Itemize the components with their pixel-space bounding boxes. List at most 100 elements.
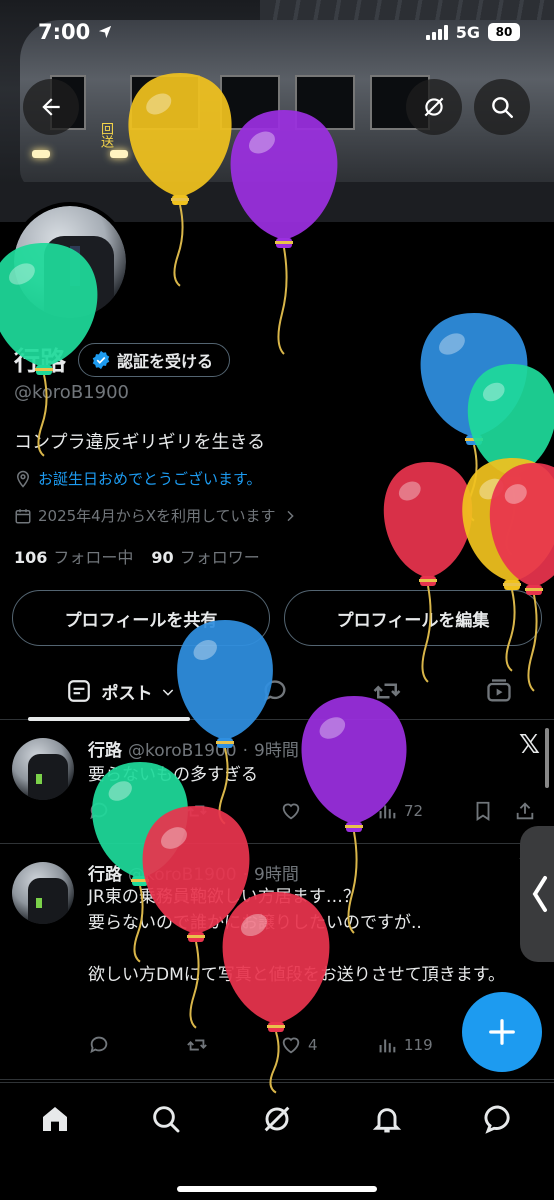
bottom-navigation <box>0 1082 554 1200</box>
joined-text: 2025年4月からXを利用しています <box>38 507 276 525</box>
tab-posts-label: ポスト <box>101 683 153 704</box>
location-pin-icon <box>16 470 30 488</box>
nav-home[interactable] <box>33 1097 77 1141</box>
bookmark-button[interactable] <box>472 800 494 822</box>
tab-media[interactable] <box>482 674 516 708</box>
following-count: 106 <box>14 548 48 567</box>
post-actions: 72 <box>88 800 538 826</box>
profile-handle: @koroB1900 <box>14 382 129 403</box>
post-time: 9時間 <box>254 741 299 761</box>
plus-icon <box>489 1019 515 1045</box>
train-destination-sign: 回送 <box>98 122 113 148</box>
balloon <box>489 463 554 692</box>
post-avatar[interactable] <box>12 862 74 924</box>
following-link[interactable]: 106 フォロー中 <box>14 544 133 568</box>
status-bar: 7:00 5G 80 <box>0 0 554 64</box>
reply-button[interactable] <box>88 1034 110 1056</box>
status-time: 7:00 <box>38 20 91 44</box>
reply-icon <box>90 802 108 820</box>
follow-stats: 106 フォロー中 90 フォロワー <box>14 544 260 568</box>
like-button[interactable]: 4 <box>280 1034 318 1056</box>
scrollbar[interactable] <box>545 728 549 788</box>
network-type: 5G <box>455 22 480 42</box>
like-count: 4 <box>308 1036 318 1054</box>
tab-replies[interactable] <box>258 674 292 708</box>
side-panel-handle[interactable] <box>520 826 554 962</box>
post-text: JR東の乗務員鞄欲しい方居ます…？ 要らないので誰かにお譲りしたいのですが.. … <box>88 887 506 985</box>
repost-icon <box>187 805 207 817</box>
grok-icon <box>264 1106 290 1132</box>
home-icon <box>43 1107 67 1131</box>
post-item[interactable]: 行路 @koroB1900 · 9時間 𝕏 要らないもの多すぎる 72 <box>0 722 554 844</box>
post-author-handle: @koroB1900 <box>128 741 237 761</box>
followers-link[interactable]: 90 フォロワー <box>151 544 259 568</box>
views-button[interactable]: 119 <box>376 1034 433 1056</box>
share-profile-button[interactable]: プロフィールを共有 <box>12 590 270 646</box>
grok-icon <box>424 97 444 117</box>
search-icon <box>153 1106 180 1133</box>
nav-messages[interactable] <box>476 1097 520 1141</box>
like-button[interactable] <box>280 800 302 822</box>
get-verified-button[interactable]: 認証を受ける <box>78 342 231 377</box>
nav-search[interactable] <box>144 1097 188 1141</box>
calendar-icon <box>15 508 31 523</box>
view-count: 72 <box>404 802 424 820</box>
heart-icon <box>282 1037 300 1054</box>
posts-icon <box>67 680 90 702</box>
repost-button[interactable] <box>186 1034 208 1056</box>
view-count: 119 <box>404 1036 433 1054</box>
bookmark-icon <box>476 801 490 821</box>
chevron-left-icon <box>532 876 547 912</box>
signal-icon <box>425 24 448 40</box>
profile-bio: コンプラ違反ギリギリを生きる <box>14 432 266 453</box>
analytics-icon <box>379 805 396 819</box>
bell-icon <box>372 1108 402 1133</box>
compose-post-button[interactable] <box>462 992 542 1072</box>
reply-icon <box>263 680 286 702</box>
arrow-left-icon <box>42 98 60 116</box>
profile-joined: 2025年4月からXを利用しています <box>14 505 298 526</box>
repost-button[interactable] <box>186 800 208 822</box>
battery-icon: 80 <box>488 23 520 41</box>
profile-location: お誕生日おめでとうございます。 <box>14 468 262 489</box>
repost-icon <box>187 1039 207 1051</box>
chevron-right-icon[interactable] <box>282 508 298 524</box>
reply-button[interactable] <box>88 800 110 822</box>
reply-icon <box>90 1036 108 1054</box>
post-text: 要らないもの多すぎる <box>88 765 258 785</box>
location-text[interactable]: お誕生日おめでとうございます。 <box>38 468 262 489</box>
home-indicator <box>177 1186 377 1192</box>
post-author-name: 行路 <box>88 865 122 885</box>
share-button[interactable] <box>514 800 536 822</box>
post-author-name: 行路 <box>88 741 122 761</box>
post-author-handle: @koroB1900 <box>128 865 237 885</box>
profile-tabs: ポスト <box>0 662 554 721</box>
nav-notifications[interactable] <box>365 1097 409 1141</box>
post-time: 9時間 <box>254 865 299 885</box>
analytics-icon <box>379 1039 396 1053</box>
profile-avatar[interactable] <box>10 202 130 322</box>
nav-grok[interactable] <box>255 1097 299 1141</box>
balloon <box>420 313 528 522</box>
post-avatar[interactable] <box>12 738 74 800</box>
grok-button[interactable] <box>406 79 462 135</box>
back-button[interactable] <box>23 79 79 135</box>
following-label: フォロー中 <box>53 548 134 567</box>
heart-icon <box>282 803 300 820</box>
x-logo-icon: 𝕏 <box>519 730 540 760</box>
search-button[interactable] <box>474 79 530 135</box>
balloon <box>383 462 473 683</box>
video-icon <box>487 679 511 702</box>
balloon <box>467 364 554 556</box>
chat-icon <box>484 1105 510 1134</box>
views-button[interactable]: 72 <box>376 800 423 822</box>
edit-profile-button[interactable]: プロフィールを編集 <box>284 590 542 646</box>
display-name: 行路 <box>14 347 67 377</box>
chevron-down-icon[interactable] <box>160 684 176 700</box>
share-icon <box>516 802 534 820</box>
followers-label: フォロワー <box>179 548 260 567</box>
search-icon <box>492 97 513 118</box>
followers-count: 90 <box>151 548 174 567</box>
profile-name-row: 行路 認証を受ける <box>14 341 231 378</box>
tab-reposts[interactable] <box>370 674 404 708</box>
